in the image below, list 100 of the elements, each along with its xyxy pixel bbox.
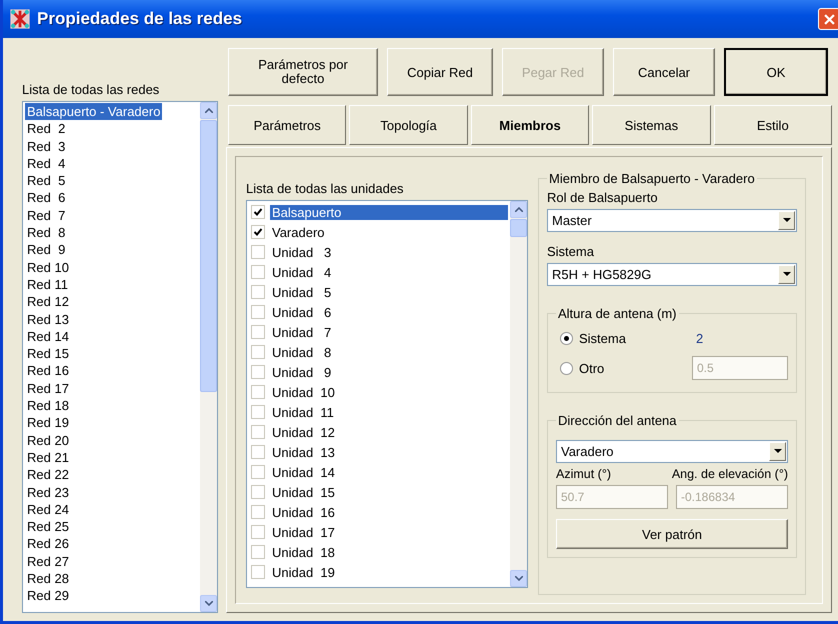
network-item[interactable]: Balsapuerto - Varadero xyxy=(25,103,162,120)
tab[interactable]: Miembros xyxy=(470,105,590,145)
checkbox[interactable] xyxy=(251,445,265,459)
unit-item[interactable]: Unidad 18 xyxy=(270,544,337,560)
checkbox[interactable] xyxy=(251,265,265,279)
unit-item[interactable]: Unidad 7 xyxy=(270,324,334,340)
tab[interactable]: Sistemas xyxy=(592,105,711,145)
checkbox[interactable] xyxy=(251,365,265,379)
dropdown-button[interactable] xyxy=(769,442,786,461)
checkbox[interactable] xyxy=(251,425,265,439)
checkbox[interactable] xyxy=(251,505,265,519)
network-item[interactable]: Red 12 xyxy=(25,293,71,311)
view-pattern-button[interactable]: Ver patrón xyxy=(556,519,788,549)
unit-item[interactable]: Unidad 16 xyxy=(270,504,337,520)
checkbox[interactable] xyxy=(251,485,265,499)
checkbox[interactable] xyxy=(251,525,265,539)
network-item[interactable]: Red 2 xyxy=(25,120,68,138)
unit-item[interactable]: Unidad 11 xyxy=(270,404,336,420)
network-item[interactable]: Red 28 xyxy=(25,570,71,588)
dialog-button[interactable]: Copiar Red xyxy=(387,48,493,96)
dropdown-button[interactable] xyxy=(778,211,795,230)
network-item[interactable]: Red 11 xyxy=(25,276,70,294)
network-item[interactable]: Red 21 xyxy=(25,448,71,466)
unit-item[interactable]: Unidad 19 xyxy=(270,564,337,580)
role-dropdown[interactable]: Master xyxy=(547,209,797,232)
network-item[interactable]: Red 7 xyxy=(25,206,68,224)
network-item[interactable]: Red 27 xyxy=(25,552,71,570)
network-item[interactable]: Red 25 xyxy=(25,518,71,536)
network-item[interactable]: Red 26 xyxy=(25,535,71,553)
unit-item[interactable]: Balsapuerto xyxy=(270,204,508,220)
unit-item[interactable]: Unidad 10 xyxy=(270,384,337,400)
dialog-button[interactable]: Parámetros por defecto xyxy=(228,48,378,96)
scroll-up-button[interactable] xyxy=(510,201,527,218)
dropdown-button[interactable] xyxy=(778,265,795,284)
direction-dropdown[interactable]: Varadero xyxy=(556,440,788,463)
unit-item[interactable]: Unidad 12 xyxy=(270,424,337,440)
checkbox[interactable] xyxy=(251,405,265,419)
unit-item[interactable]: Unidad 13 xyxy=(270,444,337,460)
network-item[interactable]: Red 17 xyxy=(25,380,71,398)
dialog-button[interactable]: Cancelar xyxy=(613,48,715,96)
unit-item[interactable]: Unidad 3 xyxy=(270,244,334,260)
checkbox[interactable] xyxy=(251,325,265,339)
close-icon xyxy=(824,14,834,24)
network-item[interactable]: Red 6 xyxy=(25,189,68,207)
radio-label[interactable]: Otro xyxy=(579,360,604,376)
network-item[interactable]: Red 5 xyxy=(25,172,68,190)
unit-item[interactable]: Unidad 17 xyxy=(270,524,337,540)
checkbox[interactable] xyxy=(251,305,265,319)
caret-icon xyxy=(782,218,790,223)
unit-item[interactable]: Unidad 5 xyxy=(270,284,334,300)
checkbox[interactable] xyxy=(251,385,265,399)
scroll-up-button[interactable] xyxy=(200,102,217,119)
system-dropdown[interactable]: R5H + HG5829G xyxy=(547,263,797,286)
unit-item[interactable]: Unidad 6 xyxy=(270,304,334,320)
unit-item[interactable]: Unidad 9 xyxy=(270,364,334,380)
checkbox[interactable] xyxy=(251,205,265,219)
tab[interactable]: Parámetros xyxy=(228,105,346,145)
radio-button[interactable] xyxy=(560,332,573,345)
radio-button[interactable] xyxy=(560,362,573,374)
checkbox[interactable] xyxy=(251,545,265,559)
unit-item[interactable]: Unidad 15 xyxy=(270,484,337,500)
network-item[interactable]: Red 13 xyxy=(25,310,71,328)
network-item[interactable]: Red 16 xyxy=(25,362,71,380)
checkbox[interactable] xyxy=(251,465,265,479)
tab[interactable]: Topología xyxy=(349,105,468,145)
network-item[interactable]: Red 20 xyxy=(25,432,71,449)
network-item[interactable]: Red 10 xyxy=(25,258,71,276)
network-item[interactable]: Red 29 xyxy=(25,587,71,605)
role-label: Rol de Balsapuerto xyxy=(547,190,659,205)
network-item[interactable]: Red 4 xyxy=(25,154,68,172)
close-button[interactable] xyxy=(818,8,838,30)
group-title: Miembro de Balsapuerto - Varadero xyxy=(548,171,756,186)
checkbox[interactable] xyxy=(251,225,265,239)
network-item[interactable]: Red 19 xyxy=(25,414,71,432)
scrollbar[interactable] xyxy=(200,102,217,612)
checkbox[interactable] xyxy=(251,345,265,359)
unit-item[interactable]: Unidad 4 xyxy=(270,264,334,280)
checkbox[interactable] xyxy=(251,245,265,259)
network-item[interactable]: Red 8 xyxy=(25,224,68,242)
radio-label[interactable]: Sistema xyxy=(579,331,626,346)
scroll-down-button[interactable] xyxy=(510,570,527,587)
scroll-thumb[interactable] xyxy=(200,120,217,392)
unit-item[interactable]: Unidad 8 xyxy=(270,344,334,360)
checkbox[interactable] xyxy=(251,565,265,579)
checkbox[interactable] xyxy=(251,285,265,299)
unit-item[interactable]: Unidad 14 xyxy=(270,464,337,480)
network-item[interactable]: Red 3 xyxy=(25,138,68,155)
network-item[interactable]: Red 14 xyxy=(25,328,71,346)
network-item[interactable]: Red 15 xyxy=(25,345,71,362)
network-item[interactable]: Red 9 xyxy=(25,241,68,259)
unit-item[interactable]: Varadero xyxy=(270,224,327,240)
network-item[interactable]: Red 22 xyxy=(25,466,71,484)
network-item[interactable]: Red 18 xyxy=(25,397,71,414)
scrollbar[interactable] xyxy=(510,201,527,587)
tab[interactable]: Estilo xyxy=(714,105,832,145)
scroll-thumb[interactable] xyxy=(510,219,527,237)
scroll-down-button[interactable] xyxy=(200,595,217,612)
dialog-button[interactable]: OK xyxy=(724,48,828,96)
network-item[interactable]: Red 23 xyxy=(25,484,71,501)
network-item[interactable]: Red 24 xyxy=(25,500,71,518)
